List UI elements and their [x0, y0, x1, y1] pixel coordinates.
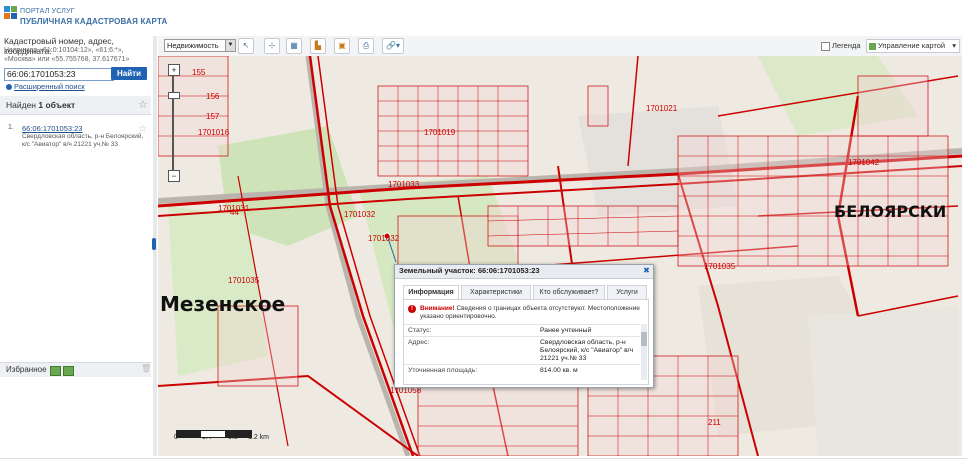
layer-select-value: Недвижимость [167, 41, 219, 50]
parcel-label: 1701035 [228, 276, 260, 285]
favorites-export-icon[interactable] [63, 366, 74, 376]
popup-titlebar: Земельный участок: 66:06:1701053:23 ✖ [395, 265, 653, 279]
tab-characteristics[interactable]: Характеристики [461, 285, 531, 299]
popup-tabs: Информация Характеристики Кто обслуживае… [403, 285, 647, 299]
info-key: Статус: [408, 327, 432, 334]
parcel-label: 1701032 [344, 210, 376, 219]
cadastral-map[interactable]: 1701021 1701019 1701032 1701031 1701035 … [158, 56, 962, 456]
parcel-label: 157 [206, 112, 220, 121]
zoom-in-button[interactable]: + [168, 64, 180, 76]
footer [0, 458, 967, 473]
zoom-out-button[interactable]: − [168, 170, 180, 182]
tab-info[interactable]: Информация [403, 285, 459, 299]
favorites-bar: Избранное 🗑 [0, 362, 151, 377]
result-address: Свердловская область, р-н Белоярский, к/… [22, 133, 144, 148]
favorite-star-icon[interactable]: ☆ [138, 124, 147, 135]
parcel-label: 155 [192, 68, 206, 77]
scale-bar-fill [225, 431, 251, 437]
info-value: Свердловская область, р-н Белоярский, к/… [540, 339, 634, 362]
parcel-label: 211 [708, 418, 721, 427]
parcel-label: 1701032 [368, 234, 400, 243]
parcel-label: 1701042 [848, 158, 880, 167]
sidebar: Кадастровый номер, адрес, координата: На… [0, 36, 153, 456]
measure-button[interactable]: ▙ [310, 38, 326, 54]
chevron-down-icon: ▾ [952, 41, 956, 50]
zoom-slider-track[interactable] [172, 76, 174, 170]
pointer-tool-button[interactable]: ↖ [238, 38, 254, 54]
legend-label: Легенда [832, 41, 861, 50]
parcel-label: 44 [230, 208, 239, 217]
parcel-info-popup: Земельный участок: 66:06:1701053:23 ✖ Ин… [394, 264, 654, 388]
map-management-label: Управление картой [878, 41, 946, 50]
favorites-add-icon[interactable] [50, 366, 61, 376]
chevron-down-icon: ▼ [225, 40, 235, 51]
trash-icon[interactable]: 🗑 [141, 364, 151, 373]
close-icon[interactable]: ✖ [642, 266, 651, 275]
find-button[interactable]: Найти [111, 67, 147, 80]
results-count: Найден 1 объект [6, 100, 75, 110]
results-header: Найден 1 объект ☆ [0, 96, 151, 115]
info-key: Адрес: [408, 339, 430, 346]
map-toolbar: Недвижимость ▼ ↖ ⊹ ▦ ▙ ▣ ⎙ 🔗▾ Легенда Упр… [158, 36, 962, 56]
zoom-control[interactable]: + − [168, 64, 182, 184]
grid-icon [869, 42, 876, 50]
legend-toggle[interactable]: Легенда [821, 41, 861, 51]
brand-line-1: ПОРТАЛ УСЛУГ [20, 8, 75, 15]
search-input[interactable]: 66:06:1701053:23 [4, 68, 114, 81]
favorites-label: Избранное [6, 365, 47, 374]
area-tool-button[interactable]: ▣ [334, 38, 350, 54]
zoom-slider-thumb[interactable] [168, 92, 180, 99]
search-hint: Например «61:0:10104:12», «61:6:*», «Мос… [4, 47, 130, 63]
info-row-area: Уточненная площадь: 814.00 кв. м [404, 364, 640, 377]
found-prefix: Найден [6, 100, 36, 110]
parcel-label: 1701021 [646, 104, 678, 113]
star-icon[interactable]: ☆ [138, 98, 148, 111]
parcel-label: 1701035 [704, 262, 736, 271]
parcel-label: 1701033 [388, 180, 420, 189]
info-value: 814.00 кв. м [540, 367, 578, 374]
info-value: Ранее учтенный [540, 327, 592, 334]
town-label-beloyarsky: БЕЛОЯРСКИ [834, 202, 947, 221]
collapse-sidebar-handle[interactable] [152, 238, 156, 250]
result-cadastral-link[interactable]: 66:06:1701053:23 [22, 124, 82, 133]
brand-line-2: ПУБЛИЧНАЯ КАДАСТРОВАЯ КАРТА [20, 17, 168, 26]
popup-scroll-thumb[interactable] [641, 332, 647, 346]
select-area-button[interactable]: ⊹ [264, 38, 280, 54]
result-index: 1. [8, 124, 14, 131]
map-management-dropdown[interactable]: Управление картой ▾ [866, 39, 960, 53]
print-button[interactable]: ⎙ [358, 38, 374, 54]
parcel-label: 1701019 [424, 128, 456, 137]
parcel-label: 156 [206, 92, 220, 101]
legend-checkbox[interactable] [821, 41, 830, 51]
popup-scrollbar[interactable] [641, 324, 647, 380]
town-label-mezenskoe: Мезенское [160, 292, 286, 316]
layers-button[interactable]: ▦ [286, 38, 302, 54]
scale-bar [176, 430, 252, 438]
popup-title: Земельный участок: 66:06:1701053:23 [399, 266, 540, 275]
map-canvas[interactable] [158, 56, 962, 456]
portal-logo-icon[interactable] [4, 6, 18, 20]
layer-select[interactable]: Недвижимость ▼ [164, 39, 236, 52]
advanced-search-label: Расширенный поиск [14, 82, 85, 91]
advanced-search-link[interactable]: Расширенный поиск [6, 82, 85, 91]
boundary-warning: Внимание! Сведения о границах объекта от… [420, 305, 640, 321]
info-key: Уточненная площадь: [408, 367, 478, 374]
parcel-label: 1701016 [198, 128, 230, 137]
warning-bold: Внимание! [420, 305, 455, 312]
found-count: 1 объект [38, 100, 76, 110]
scale-bar-fill [177, 431, 201, 437]
info-row-address: Адрес: Свердловская область, р-н Белоярс… [404, 336, 640, 365]
expand-icon [6, 84, 12, 91]
link-button[interactable]: 🔗▾ [382, 38, 404, 54]
warning-icon: ! [408, 305, 416, 313]
tab-services[interactable]: Услуги [607, 285, 647, 299]
header: ПОРТАЛ УСЛУГ ПУБЛИЧНАЯ КАДАСТРОВАЯ КАРТА [0, 0, 967, 36]
tab-who-serves[interactable]: Кто обслуживает? [533, 285, 605, 299]
popup-body: ! Внимание! Сведения о границах объекта … [403, 299, 649, 385]
